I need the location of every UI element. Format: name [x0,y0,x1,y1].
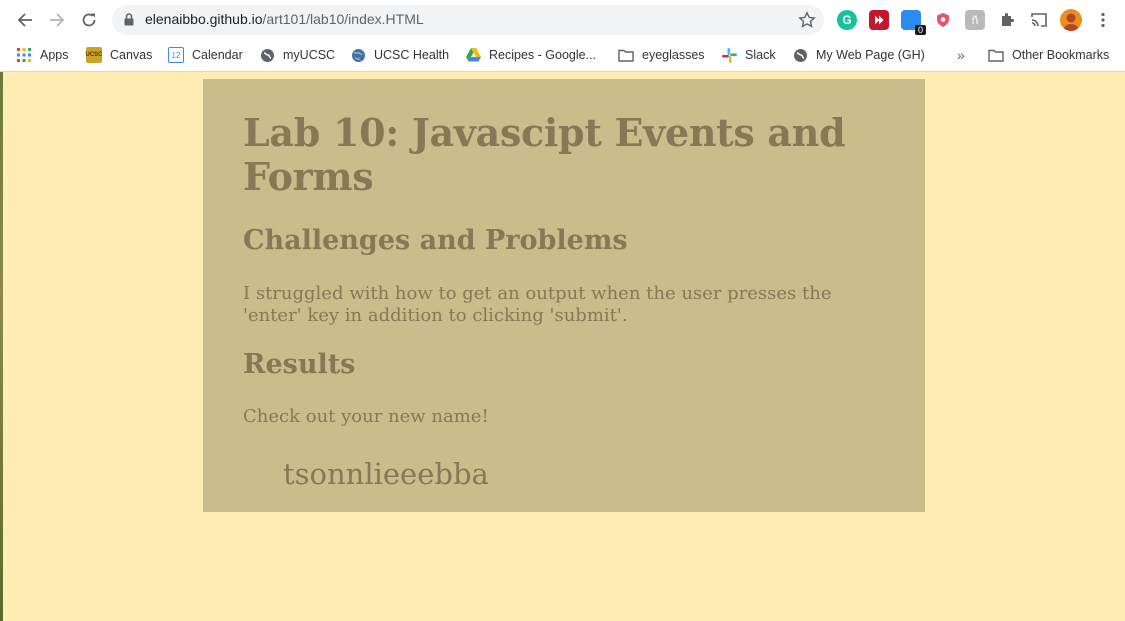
name-output: tsonnlieeebba [283,457,489,491]
bookmark-eyeglasses[interactable]: eyeglasses [618,43,705,67]
bookmark-myucsc[interactable]: myUCSC [259,43,335,67]
overflow-chevron-icon: » [957,47,965,63]
bookmark-label: Other Bookmarks [1012,48,1110,62]
folder-icon [618,47,634,63]
bookmark-star-icon[interactable] [798,11,816,29]
bookmark-recipes[interactable]: Recipes - Google... [465,43,596,67]
back-arrow-icon [17,13,32,27]
bookmark-my-web-page[interactable]: My Web Page (GH) [792,43,925,67]
bookmark-apps[interactable]: Apps [16,43,69,67]
play-icon [875,15,884,25]
other-bookmarks-folder[interactable]: Other Bookmarks [988,43,1109,67]
window-edge-strip [0,72,3,621]
address-bar[interactable]: elenaibbo.github.io/art101/lab10/index.H… [112,5,824,35]
bookmark-label: Apps [40,48,69,62]
browser-toolbar: elenaibbo.github.io/art101/lab10/index.H… [0,0,1125,39]
extension-badge: 0 [914,25,926,35]
globe-icon [792,47,808,63]
bookmark-label: myUCSC [283,48,336,62]
reload-icon [82,13,96,27]
puzzle-icon [1002,13,1014,26]
kebab-menu-icon [1101,12,1105,28]
bookmark-calendar[interactable]: 12 Calendar [168,43,243,67]
ucsc-logo-icon: UCSC [86,47,103,63]
browser-menu-button[interactable] [1093,10,1113,30]
forward-button[interactable] [45,8,69,32]
challenges-text: I struggled with how to get an output wh… [243,283,832,326]
blocker-extension-icon[interactable]: 0 [901,10,926,35]
bookmark-slack[interactable]: Slack [721,43,776,67]
grey-extension-glyph: ñ [971,13,979,27]
bookmark-label: My Web Page (GH) [816,48,925,62]
lock-icon [124,13,134,26]
bookmark-label: Recipes - Google... [489,48,596,62]
url-text: elenaibbo.github.io/art101/lab10/index.H… [145,11,424,27]
challenges-heading: Challenges and Problems [243,225,628,256]
bookmark-ucsc-health[interactable]: UCSC Health [350,43,449,67]
back-button[interactable] [13,8,37,32]
grammarly-extension-icon[interactable]: G [837,10,857,30]
shield-extension-icon[interactable] [933,10,953,30]
bookmark-label: Canvas [110,48,153,62]
content-card: Lab 10: Javascipt Events and Forms Chall… [203,79,925,512]
bookmark-label: eyeglasses [642,48,705,62]
slack-icon [721,47,737,63]
cast-icon [1031,13,1047,27]
url-host: elenaibbo.github.io [145,11,263,27]
forward-arrow-icon [50,13,65,27]
bookmark-label: Slack [745,48,776,62]
grammarly-glyph: G [842,13,852,27]
bookmark-label: UCSC Health [374,48,450,62]
bookmarks-overflow-button[interactable]: » [957,43,965,67]
reload-button[interactable] [77,8,101,32]
results-text: Check out your new name! [243,406,489,427]
browser-chrome: elenaibbo.github.io/art101/lab10/index.H… [0,0,1125,72]
url-path: /art101/lab10/index.HTML [262,11,424,27]
video-extension-icon[interactable] [869,10,889,30]
avatar-icon [1063,13,1079,31]
page-title: Lab 10: Javascipt Events and Forms [243,110,846,199]
shield-icon [937,13,949,27]
globe-icon [259,47,275,63]
profile-avatar[interactable] [1060,9,1082,31]
apps-grid-icon [16,47,32,63]
google-drive-icon [465,47,481,63]
calendar-icon: 12 [168,47,184,63]
bookmark-label: Calendar [192,48,243,62]
puzzle-extensions-icon[interactable] [997,10,1017,30]
bookmarks-bar: Apps UCSC Canvas 12 Calendar myUCSC UCSC… [0,39,1125,71]
grey-extension-icon[interactable]: ñ [965,10,985,30]
results-heading: Results [243,349,356,380]
earth-globe-icon [350,47,366,63]
cast-button[interactable] [1029,10,1049,30]
folder-icon [988,47,1004,63]
bookmark-canvas[interactable]: UCSC Canvas [86,43,152,67]
